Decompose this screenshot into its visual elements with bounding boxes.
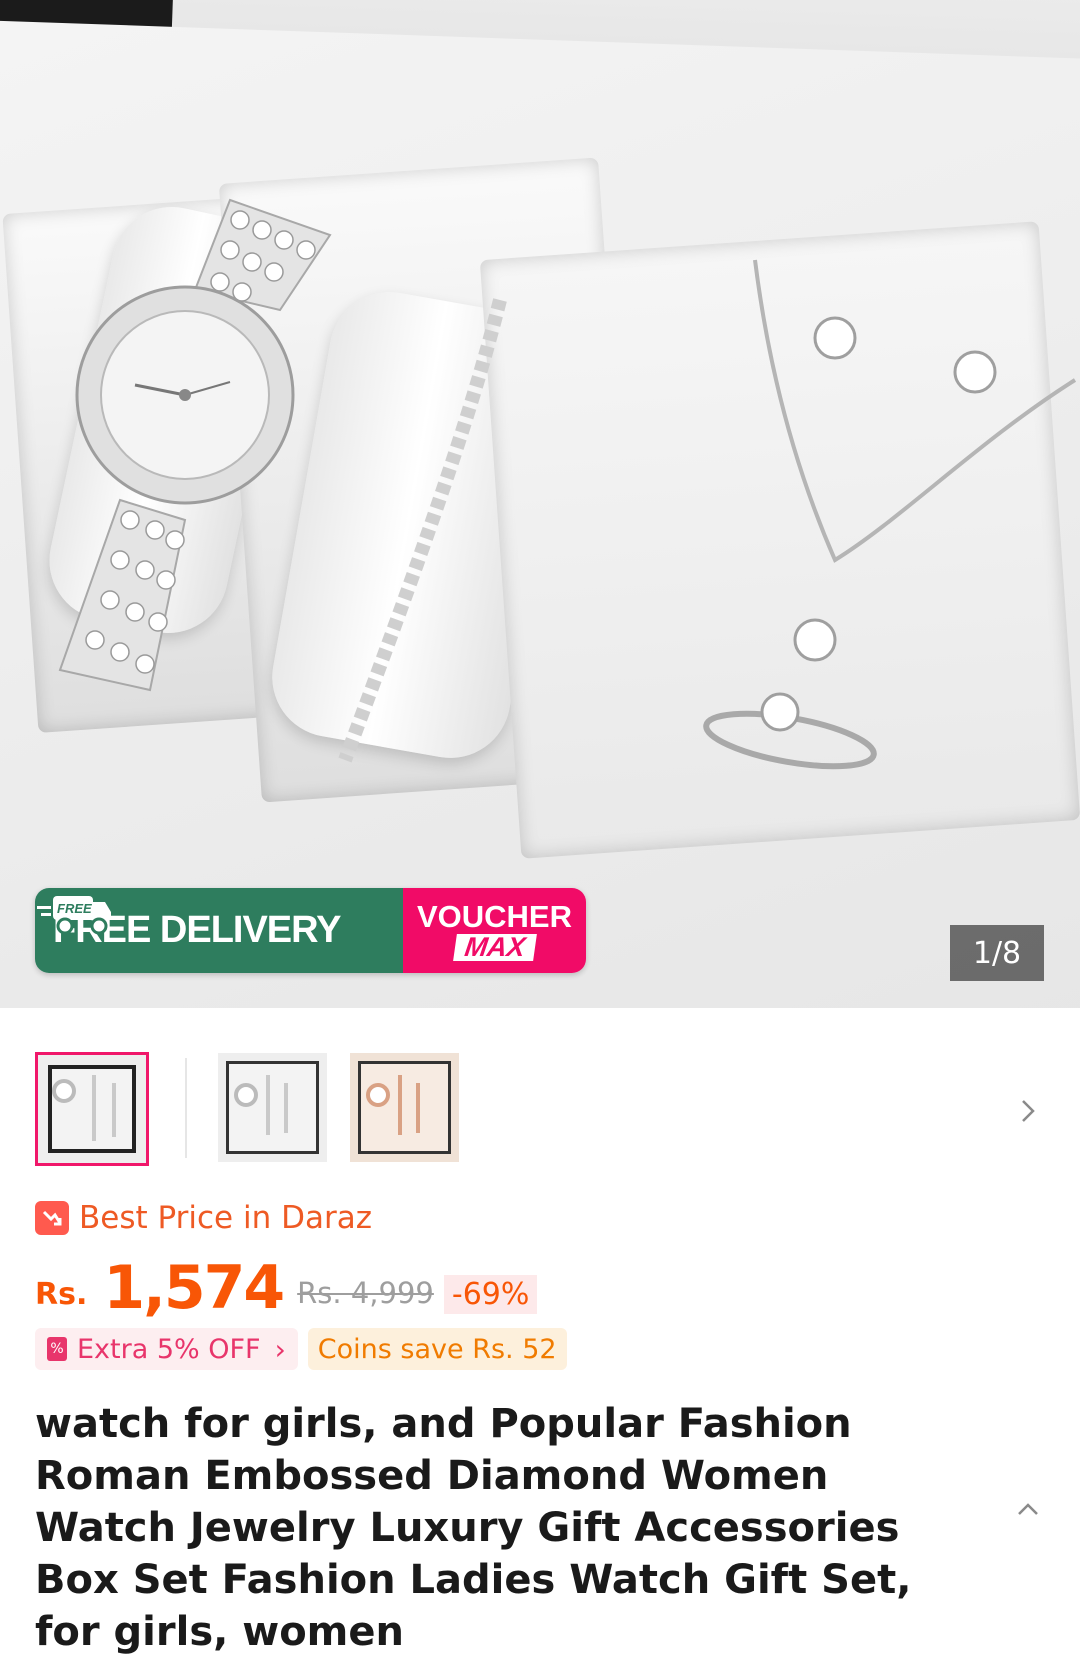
product-title: watch for girls, and Popular Fashion Rom…: [35, 1401, 912, 1655]
image-counter: 1/8: [950, 925, 1044, 981]
free-delivery-badge: FREE FREE DELIVERY: [35, 888, 403, 973]
extra-off-chip[interactable]: % Extra 5% OFF ›: [35, 1328, 298, 1370]
necklace-chain: [753, 259, 1077, 563]
jewelry-illustration: [58, 198, 1077, 770]
chevron-right-small-icon: ›: [274, 1332, 286, 1366]
voucher-max-badge: VOUCHER MAX: [403, 888, 586, 973]
svg-text:FREE: FREE: [57, 901, 92, 916]
price-row: Rs. 1,574 Rs. 4,999 -69%: [35, 1248, 538, 1323]
voucher-icon: %: [47, 1337, 67, 1361]
best-price-label: Best Price in Daraz: [79, 1200, 372, 1236]
thumbnail-divider: [185, 1058, 187, 1158]
voucher-max-label: MAX: [452, 932, 537, 962]
chevron-up-icon[interactable]: [1015, 1492, 1041, 1527]
current-price: 1,574: [103, 1253, 285, 1323]
earring-left: [813, 316, 857, 360]
coins-save-label: Coins save Rs. 52: [317, 1333, 557, 1365]
tennis-bracelet: [338, 298, 507, 763]
discount-badge: -69%: [443, 1275, 538, 1314]
earring-right: [953, 350, 997, 394]
thumbnail-3[interactable]: [350, 1053, 459, 1162]
truck-icon: FREE: [37, 896, 111, 935]
thumbnail-strip: [35, 1052, 1045, 1166]
promo-chips: % Extra 5% OFF › Coins save Rs. 52: [35, 1328, 567, 1370]
trend-down-icon: [35, 1201, 69, 1235]
coins-save-chip: Coins save Rs. 52: [307, 1328, 567, 1370]
original-price: Rs. 4,999: [297, 1276, 434, 1310]
necklace-pendant: [793, 618, 837, 662]
thumbnail-1[interactable]: [35, 1052, 149, 1166]
extra-off-label: Extra 5% OFF: [77, 1333, 261, 1365]
currency-symbol: Rs.: [35, 1277, 88, 1312]
thumbnail-2[interactable]: [218, 1053, 327, 1162]
voucher-label: VOUCHER: [416, 898, 572, 934]
promo-banner: FREE FREE DELIVERY VOUCHER MAX: [35, 888, 586, 973]
best-price-badge: Best Price in Daraz: [35, 1200, 372, 1236]
product-image-carousel[interactable]: FREE FREE DELIVERY VOUCHER MAX 1/8: [0, 0, 1080, 1008]
chevron-right-icon[interactable]: [1015, 1095, 1041, 1125]
